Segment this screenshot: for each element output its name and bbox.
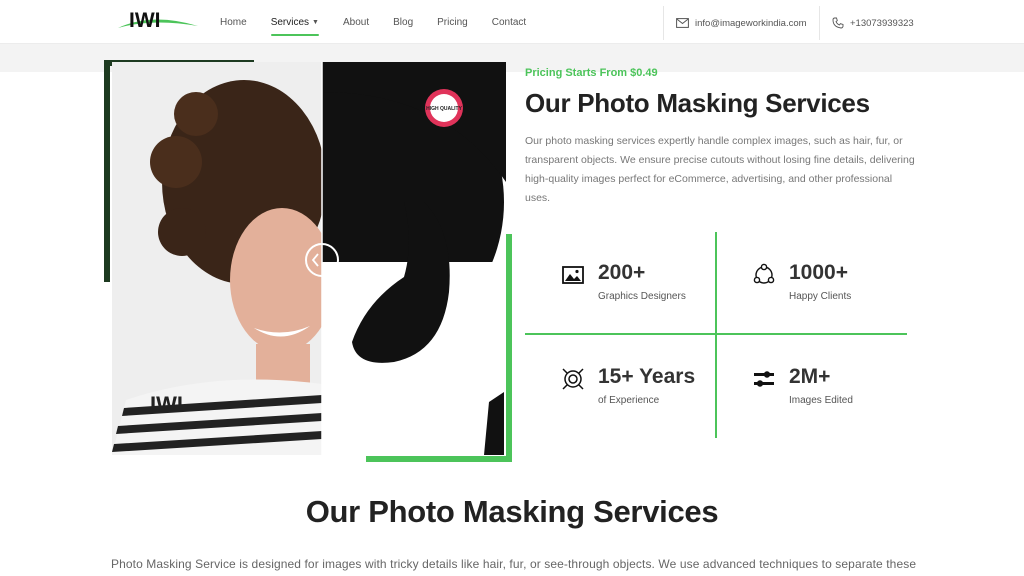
- nav-label: About: [342, 16, 370, 28]
- stat-clients: 1000+ Happy Clients: [752, 260, 851, 302]
- divider: [525, 333, 907, 335]
- stat-label: Happy Clients: [789, 291, 852, 302]
- clients-icon: [753, 263, 775, 284]
- nav-label: Home: [220, 16, 247, 28]
- image-icon: [562, 266, 584, 284]
- nav-about[interactable]: About: [343, 17, 369, 28]
- main-nav: Home Services ▼ About Blog Pricing Contac…: [220, 0, 550, 44]
- stat-value: 15+ Years: [598, 365, 696, 388]
- stat-label: Graphics Designers: [598, 291, 686, 302]
- stat-label: of Experience: [598, 395, 660, 406]
- nav-blog[interactable]: Blog: [393, 17, 413, 28]
- phone-contact[interactable]: +13073939323: [819, 6, 929, 40]
- nav-label: Services: [270, 16, 310, 28]
- email-text: info@imageworkindia.com: [695, 17, 807, 29]
- stat-value: 1000+: [789, 261, 848, 284]
- before-after-image: IWI HIGH QUALITY: [104, 60, 512, 462]
- site-header: IWI Home Services ▼ About Blog Pricing Co…: [0, 0, 1024, 44]
- section-description: Photo Masking Service is designed for im…: [111, 557, 917, 571]
- logo[interactable]: IWI: [112, 4, 202, 34]
- stat-experience: 15+ Years of Experience: [561, 364, 695, 406]
- nav-home[interactable]: Home: [220, 17, 247, 28]
- nav-label: Contact: [491, 16, 527, 28]
- nav-contact[interactable]: Contact: [492, 17, 526, 28]
- pricing-tag: Pricing Starts From $0.49: [525, 67, 658, 79]
- sliders-icon: [754, 371, 774, 387]
- chevron-down-icon: ▼: [312, 18, 319, 26]
- stat-designers: 200+ Graphics Designers: [561, 260, 686, 302]
- mail-icon: [676, 18, 689, 28]
- nav-label: Blog: [393, 16, 414, 28]
- stats-grid: 200+ Graphics Designers 1000+ Happy Clie…: [525, 232, 907, 438]
- email-contact[interactable]: info@imageworkindia.com: [663, 6, 819, 40]
- stat-value: 200+: [598, 261, 646, 284]
- svg-text:HIGH QUALITY: HIGH QUALITY: [426, 106, 462, 112]
- hero-description: Our photo masking services expertly hand…: [525, 135, 915, 204]
- target-icon: [562, 368, 584, 390]
- divider: [715, 232, 717, 438]
- stat-label: Images Edited: [789, 395, 853, 406]
- stat-value: 2M+: [789, 365, 831, 388]
- svg-text:IWI: IWI: [150, 392, 183, 417]
- stat-images: 2M+ Images Edited: [752, 364, 853, 406]
- phone-icon: [832, 17, 844, 29]
- nav-label: Pricing: [437, 16, 468, 28]
- page-title: Our Photo Masking Services: [525, 88, 870, 118]
- nav-services[interactable]: Services ▼: [270, 16, 320, 36]
- svg-text:IWI: IWI: [129, 9, 161, 32]
- section-title: Our Photo Masking Services: [305, 494, 719, 529]
- phone-text: +13073939323: [850, 17, 914, 29]
- nav-pricing[interactable]: Pricing: [437, 17, 468, 28]
